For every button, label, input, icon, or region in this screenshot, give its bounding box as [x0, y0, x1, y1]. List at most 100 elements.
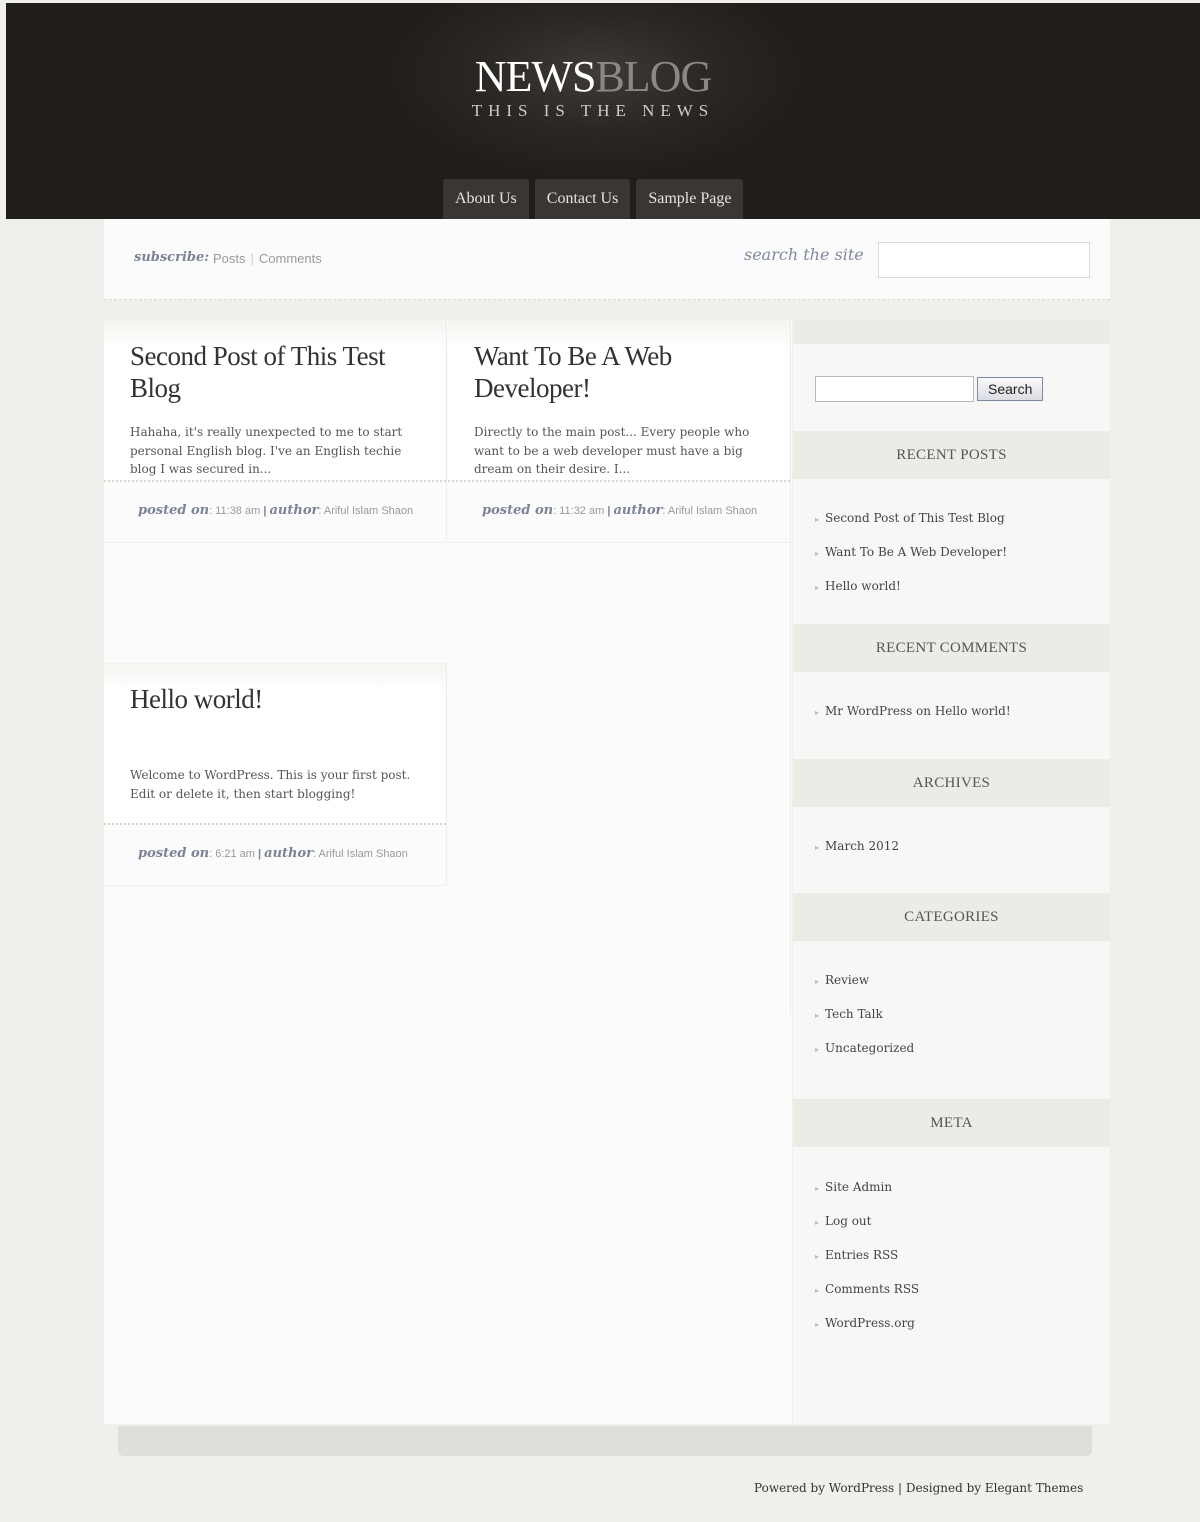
list-item[interactable]: ▸ Mr WordPress on Hello world! — [815, 694, 1011, 728]
content-footer-bar — [118, 1426, 1092, 1456]
post-author[interactable]: Ariful Islam Shaon — [668, 505, 757, 517]
list-item[interactable]: ▸ Log out — [815, 1204, 919, 1238]
list-item[interactable]: ▸ Entries RSS — [815, 1238, 919, 1272]
recent-posts-heading: RECENT POSTS — [793, 431, 1110, 479]
post-title[interactable]: Hello world! — [104, 663, 446, 766]
nav-about-us[interactable]: About Us — [443, 179, 529, 219]
arrow-right-icon: ▸ — [815, 1011, 820, 1020]
logo-blog: BLOG — [595, 52, 712, 101]
main-nav: About Us Contact Us Sample Page — [443, 179, 744, 219]
arrow-right-icon: ▸ — [815, 583, 820, 592]
list-item[interactable]: ▸ Comments RSS — [815, 1272, 919, 1306]
list-item-label: Hello world! — [825, 579, 901, 593]
sidebar: Search RECENT POSTS ▸ Second Post of This… — [793, 320, 1110, 1424]
site-tagline: THIS IS THE NEWS — [471, 101, 715, 120]
post-body: Hello world! Welcome to WordPress. This … — [104, 663, 446, 823]
archives-list: ▸ March 2012 — [815, 829, 899, 863]
search-site-label: search the site — [744, 245, 864, 264]
list-item-label: Second Post of This Test Blog — [825, 511, 1005, 525]
list-item[interactable]: ▸ Uncategorized — [815, 1031, 914, 1065]
author-label: author — [613, 503, 663, 518]
list-item[interactable]: ▸ Hello world! — [815, 569, 1007, 603]
list-item-label: Entries RSS — [825, 1248, 899, 1262]
recent-comments-list: ▸ Mr WordPress on Hello world! — [815, 694, 1011, 728]
footer-credits: Powered by WordPress | Designed by Elega… — [754, 1481, 1084, 1495]
list-item-label: Mr WordPress on Hello world! — [825, 704, 1011, 718]
post-body: Want To Be A Web Developer! Directly to … — [448, 320, 790, 480]
post-time: 11:32 am — [559, 505, 605, 517]
post-author[interactable]: Ariful Islam Shaon — [319, 848, 408, 860]
site-search-input[interactable] — [878, 242, 1090, 278]
list-item-label: Uncategorized — [825, 1041, 915, 1055]
meta-heading: META — [793, 1099, 1110, 1147]
list-item-label: Want To Be A Web Developer! — [825, 545, 1008, 559]
recent-posts-list: ▸ Second Post of This Test Blog ▸ Want To … — [815, 501, 1007, 603]
post-card: Hello world! Welcome to WordPress. This … — [104, 663, 447, 886]
post-meta: posted on: 6:21 am | author: Ariful Isla… — [104, 823, 446, 886]
recent-comments-heading: RECENT COMMENTS — [793, 624, 1110, 672]
logo-news: NEWS — [474, 52, 597, 101]
archives-heading: ARCHIVES — [793, 759, 1110, 807]
list-item-label: Comments RSS — [825, 1282, 920, 1296]
post-title[interactable]: Second Post of This Test Blog — [104, 320, 446, 423]
categories-list: ▸ Review ▸ Tech Talk ▸ Uncategorized — [815, 963, 914, 1065]
post-meta: posted on: 11:32 am | author: Ariful Isl… — [448, 480, 790, 543]
subscribe-comments-link[interactable]: Comments — [259, 251, 322, 266]
arrow-right-icon: ▸ — [815, 1218, 820, 1227]
post-time: 11:38 am — [215, 505, 261, 517]
arrow-right-icon: ▸ — [815, 1286, 820, 1295]
post-excerpt: Hahaha, it's really unexpected to me to … — [130, 425, 403, 476]
sidebar-search-button[interactable]: Search — [977, 377, 1044, 401]
sidebar-search: Search — [815, 376, 1044, 402]
arrow-right-icon: ▸ — [815, 549, 820, 558]
list-item[interactable]: ▸ Site Admin — [815, 1170, 919, 1204]
post-title[interactable]: Want To Be A Web Developer! — [448, 320, 790, 423]
list-item-label: Review — [825, 973, 870, 987]
posted-on-label: posted on — [138, 503, 210, 518]
post-meta: posted on: 11:38 am | author: Ariful Isl… — [104, 480, 446, 543]
author-label: author — [264, 846, 314, 861]
post-excerpt: Welcome to WordPress. This is your first… — [130, 768, 411, 801]
arrow-right-icon: ▸ — [815, 843, 820, 852]
arrow-right-icon: ▸ — [815, 708, 820, 717]
posted-on-label: posted on — [138, 846, 210, 861]
site-logo[interactable]: NEWSBLOG THIS IS THE NEWS — [6, 53, 1180, 121]
sidebar-top-strip — [793, 320, 1110, 344]
list-item-label: Site Admin — [825, 1180, 893, 1194]
subscribe-links: Posts | Comments — [213, 251, 322, 266]
post-author[interactable]: Ariful Islam Shaon — [324, 505, 413, 517]
post-card: Second Post of This Test Blog Hahaha, it… — [104, 320, 447, 543]
nav-contact-us[interactable]: Contact Us — [534, 179, 631, 219]
list-item-label: March 2012 — [825, 839, 899, 853]
arrow-right-icon: ▸ — [815, 1184, 820, 1193]
author-label: author — [269, 503, 319, 518]
list-item-label: Log out — [825, 1214, 872, 1228]
subscribe-bar: subscribe: Posts | Comments search the sit… — [104, 219, 1110, 300]
list-item-label: Tech Talk — [825, 1007, 883, 1021]
posted-on-label: posted on — [482, 503, 554, 518]
arrow-right-icon: ▸ — [815, 515, 820, 524]
site-header: NEWSBLOG THIS IS THE NEWS About Us Conta… — [6, 3, 1200, 219]
arrow-right-icon: ▸ — [815, 1320, 820, 1329]
subscribe-label: subscribe: — [134, 250, 210, 265]
list-item[interactable]: ▸ March 2012 — [815, 829, 899, 863]
post-time: 6:21 am — [215, 848, 255, 860]
arrow-right-icon: ▸ — [815, 977, 820, 986]
meta-list: ▸ Site Admin ▸ Log out ▸ Entries RSS ▸ Comme… — [815, 1170, 919, 1340]
categories-heading: CATEGORIES — [793, 893, 1110, 941]
list-item-label: WordPress.org — [825, 1316, 915, 1330]
post-excerpt: Directly to the main post... Every peopl… — [474, 425, 750, 476]
list-item[interactable]: ▸ WordPress.org — [815, 1306, 919, 1340]
post-card: Want To Be A Web Developer! Directly to … — [448, 320, 791, 1015]
arrow-right-icon: ▸ — [815, 1045, 820, 1054]
subscribe-posts-link[interactable]: Posts — [213, 251, 246, 266]
list-item[interactable]: ▸ Tech Talk — [815, 997, 914, 1031]
list-item[interactable]: ▸ Want To Be A Web Developer! — [815, 535, 1007, 569]
post-body: Second Post of This Test Blog Hahaha, it… — [104, 320, 446, 480]
list-item[interactable]: ▸ Second Post of This Test Blog — [815, 501, 1007, 535]
arrow-right-icon: ▸ — [815, 1252, 820, 1261]
list-item[interactable]: ▸ Review — [815, 963, 914, 997]
subscribe-separator: | — [250, 251, 254, 266]
nav-sample-page[interactable]: Sample Page — [636, 179, 744, 219]
sidebar-search-input[interactable] — [815, 376, 974, 402]
